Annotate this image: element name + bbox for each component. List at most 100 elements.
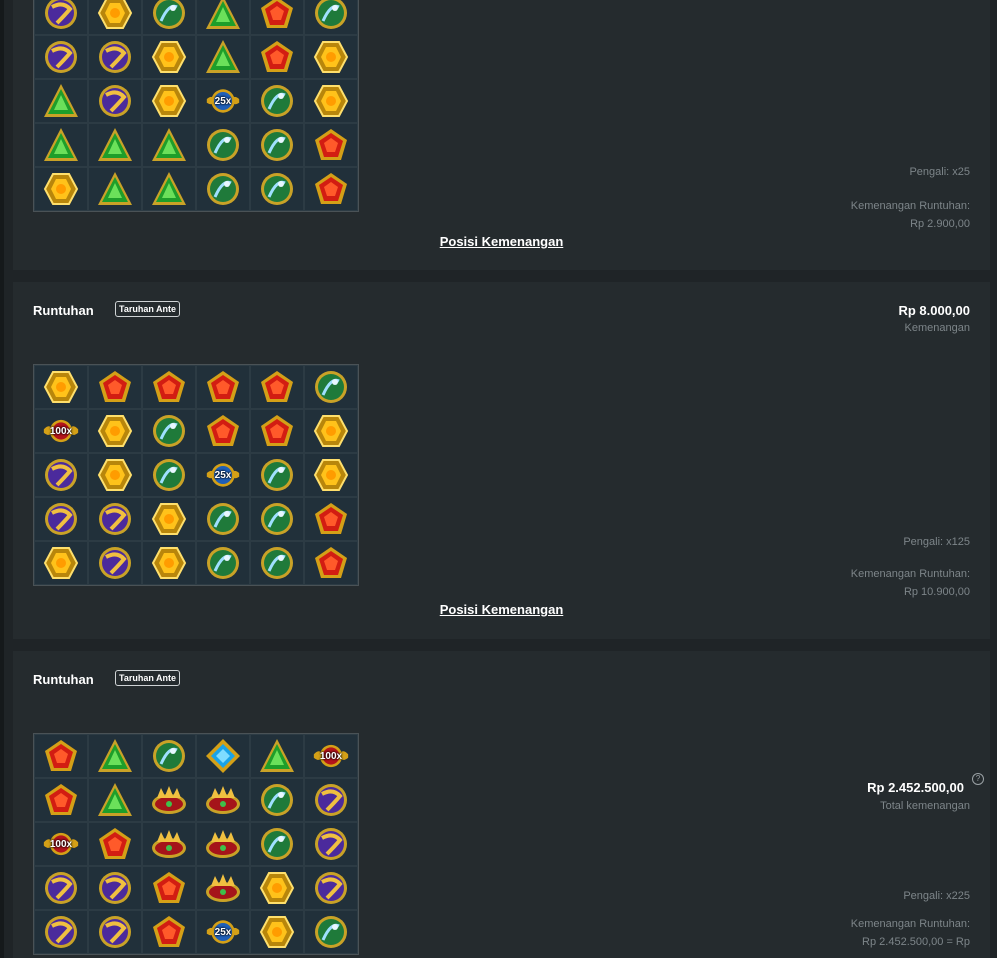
yellow-hex-icon	[313, 413, 349, 449]
grid-cell	[304, 497, 358, 541]
yellow-hex-icon	[43, 369, 79, 405]
grid-cell	[34, 866, 88, 910]
grid-cell	[142, 910, 196, 954]
grid-cell	[304, 778, 358, 822]
grid-cell	[142, 35, 196, 79]
red-pentagon-icon	[205, 413, 241, 449]
green-orb-icon	[259, 545, 295, 581]
green-orb-icon	[151, 738, 187, 774]
purple-horn-icon	[97, 39, 133, 75]
grid-cell	[142, 778, 196, 822]
red-crown-icon	[205, 782, 241, 818]
purple-horn-icon	[43, 457, 79, 493]
cascade-win-label: Kemenangan Runtuhan:	[850, 918, 970, 930]
grid-cell	[142, 453, 196, 497]
grid-cell	[304, 866, 358, 910]
yellow-hex-icon	[151, 501, 187, 537]
green-orb-icon	[205, 501, 241, 537]
green-triangle-icon	[97, 171, 133, 207]
green-orb-icon	[313, 914, 349, 950]
grid-cell	[34, 734, 88, 778]
yellow-hex-icon	[151, 83, 187, 119]
multiplier-symbol-label: 100x	[319, 750, 343, 762]
grid-cell	[88, 0, 142, 35]
card-title: Runtuhan	[33, 672, 94, 687]
green-triangle-icon	[43, 83, 79, 119]
blue-25x-icon: 25x	[205, 457, 241, 493]
grid-cell	[88, 453, 142, 497]
green-orb-icon	[313, 369, 349, 405]
total-win-caption: Total kemenangan	[880, 800, 970, 812]
green-orb-icon	[259, 501, 295, 537]
grid-cell	[196, 734, 250, 778]
grid-cell	[196, 409, 250, 453]
multiplier-symbol-label: 25x	[214, 469, 232, 481]
grid-cell	[250, 497, 304, 541]
red-100x-icon: 100x	[313, 738, 349, 774]
yellow-hex-icon	[259, 870, 295, 906]
grid-cell	[196, 541, 250, 585]
grid-cell	[304, 35, 358, 79]
green-orb-icon	[205, 127, 241, 163]
grid-cell	[304, 541, 358, 585]
grid-cell: 100x	[34, 409, 88, 453]
red-crown-icon	[151, 782, 187, 818]
grid-cell	[88, 866, 142, 910]
grid-cell	[142, 0, 196, 35]
grid-cell	[304, 0, 358, 35]
winning-positions-link[interactable]: Posisi Kemenangan	[13, 602, 990, 617]
grid-cell	[88, 910, 142, 954]
multiplier-text: Pengali: x125	[903, 536, 970, 548]
grid-cell	[196, 167, 250, 211]
grid-cell	[34, 0, 88, 35]
grid-cell	[34, 79, 88, 123]
grid-cell	[34, 35, 88, 79]
purple-horn-icon	[43, 914, 79, 950]
purple-horn-icon	[43, 0, 79, 31]
grid-cell	[34, 541, 88, 585]
red-100x-icon: 100x	[43, 413, 79, 449]
grid-cell	[34, 365, 88, 409]
ante-bet-badge: Taruhan Ante	[115, 301, 181, 317]
yellow-hex-icon	[97, 457, 133, 493]
yellow-hex-icon	[43, 545, 79, 581]
help-icon[interactable]: ?	[972, 773, 984, 785]
red-pentagon-icon	[97, 369, 133, 405]
red-crown-icon	[205, 826, 241, 862]
red-pentagon-icon	[313, 501, 349, 537]
green-orb-icon	[259, 826, 295, 862]
grid-cell	[88, 365, 142, 409]
grid-cell	[250, 453, 304, 497]
blue-diamond-icon	[205, 738, 241, 774]
grid-cell	[142, 167, 196, 211]
grid-cell	[250, 778, 304, 822]
red-pentagon-icon	[259, 0, 295, 31]
grid-cell	[142, 365, 196, 409]
grid-cell	[34, 497, 88, 541]
grid-cell	[250, 409, 304, 453]
green-triangle-icon	[97, 782, 133, 818]
red-pentagon-icon	[97, 826, 133, 862]
green-triangle-icon	[97, 127, 133, 163]
grid-cell	[196, 0, 250, 35]
purple-horn-icon	[313, 870, 349, 906]
multiplier-symbol-label: 25x	[214, 95, 232, 107]
green-triangle-icon	[205, 0, 241, 31]
yellow-hex-icon	[313, 83, 349, 119]
red-100x-icon: 100x	[43, 826, 79, 862]
red-pentagon-icon	[259, 39, 295, 75]
card-title: Runtuhan	[33, 303, 94, 318]
multiplier-symbol-label: 100x	[49, 425, 73, 437]
cascade-win-label: Kemenangan Runtuhan:	[850, 568, 970, 580]
yellow-hex-icon	[313, 457, 349, 493]
red-crown-icon	[205, 870, 241, 906]
grid-cell	[142, 79, 196, 123]
grid-cell: 100x	[34, 822, 88, 866]
grid-cell	[196, 822, 250, 866]
winning-positions-link[interactable]: Posisi Kemenangan	[13, 234, 990, 249]
total-win-amount: Rp 2.452.500,00	[867, 780, 964, 795]
purple-horn-icon	[313, 826, 349, 862]
red-pentagon-icon	[313, 545, 349, 581]
yellow-hex-icon	[313, 39, 349, 75]
grid-cell	[142, 497, 196, 541]
